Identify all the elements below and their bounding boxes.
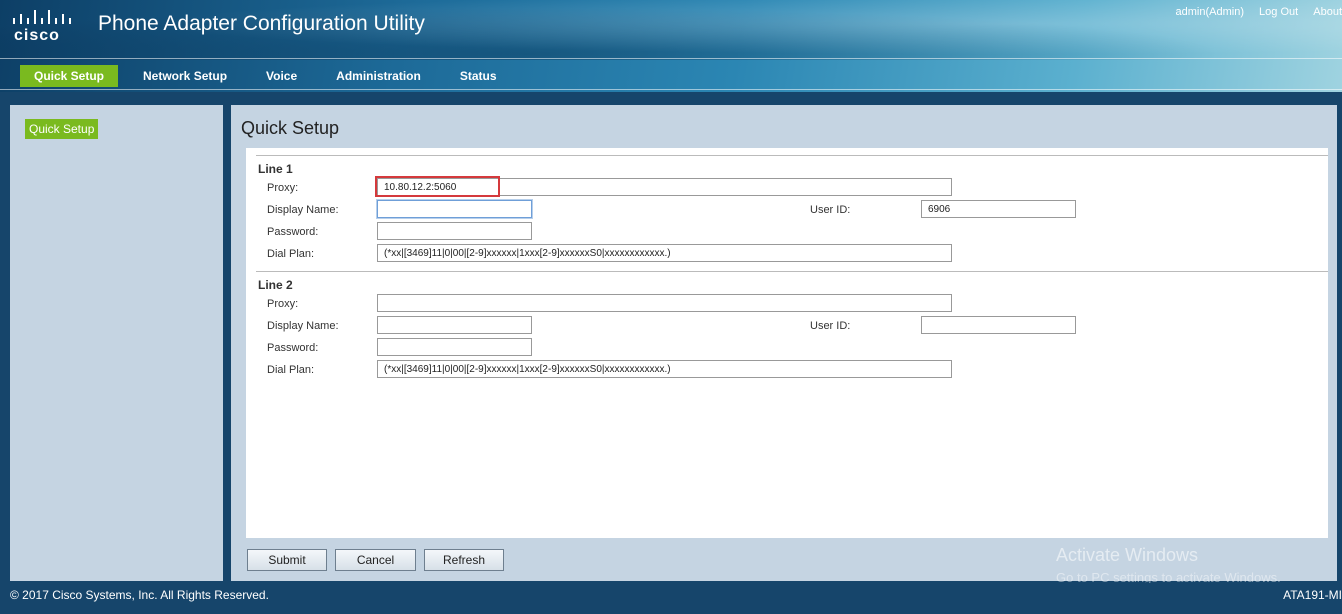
line2-password-label: Password: — [267, 342, 319, 354]
tab-voice[interactable]: Voice — [252, 65, 311, 87]
line1-user-id-input[interactable] — [921, 200, 1076, 218]
line2-user-id-label: User ID: — [810, 320, 851, 332]
nav-divider-top — [0, 58, 1342, 59]
line1-heading: Line 1 — [258, 162, 293, 176]
line1-dial-plan-input[interactable] — [377, 244, 952, 262]
top-links: admin(Admin) Log Out About — [1164, 6, 1342, 18]
cisco-wordmark: cisco — [14, 27, 60, 44]
footer: © 2017 Cisco Systems, Inc. All Rights Re… — [0, 583, 1342, 614]
line1-display-name-label: Display Name: — [267, 204, 339, 216]
logout-link[interactable]: Log Out — [1259, 6, 1298, 18]
line2-heading: Line 2 — [258, 278, 293, 292]
divider — [256, 155, 1328, 156]
device-model: ATA191-MI — [1283, 588, 1342, 602]
line2-proxy-label: Proxy: — [267, 298, 299, 310]
form-panel: Line 1 Proxy: Display Name: User ID: Pas… — [246, 148, 1328, 538]
line1-password-input[interactable] — [377, 222, 532, 240]
cisco-logo: cisco — [12, 8, 74, 44]
activate-windows-title: Activate Windows — [1056, 545, 1199, 565]
line1-display-name-input[interactable] — [377, 200, 532, 218]
submit-button[interactable]: Submit — [247, 549, 327, 571]
line2-password-input[interactable] — [377, 338, 532, 356]
line2-display-name-label: Display Name: — [267, 320, 339, 332]
line1-user-id-label: User ID: — [810, 204, 851, 216]
line2-dial-plan-label: Dial Plan: — [267, 364, 315, 376]
main-content: Quick Setup Line 1 Proxy: Display Name: … — [231, 105, 1337, 581]
header: cisco Phone Adapter Configuration Utilit… — [0, 0, 1342, 92]
line2-proxy-input[interactable] — [377, 294, 952, 312]
page-title: Quick Setup — [241, 118, 340, 138]
app-title: Phone Adapter Configuration Utility — [98, 12, 425, 35]
tab-quick-setup[interactable]: Quick Setup — [20, 65, 119, 87]
tab-network-setup[interactable]: Network Setup — [129, 65, 241, 87]
divider — [256, 271, 1328, 272]
line1-dial-plan-label: Dial Plan: — [267, 248, 315, 260]
current-user: admin(Admin) — [1175, 6, 1244, 18]
sidebar-item-quick-setup[interactable]: Quick Setup — [25, 119, 99, 139]
tab-administration[interactable]: Administration — [322, 65, 435, 87]
line1-password-label: Password: — [267, 226, 319, 238]
copyright-text: © 2017 Cisco Systems, Inc. All Rights Re… — [10, 588, 269, 602]
nav-divider-bottom — [0, 89, 1342, 90]
line2-display-name-input[interactable] — [377, 316, 532, 334]
header-band — [0, 92, 1342, 104]
about-link[interactable]: About — [1313, 6, 1342, 18]
cisco-bars-icon — [13, 10, 71, 24]
line2-user-id-input[interactable] — [921, 316, 1076, 334]
main-nav: Quick Setup Network Setup Voice Administ… — [20, 65, 522, 87]
line2-dial-plan-input[interactable] — [377, 360, 952, 378]
sidebar: Quick Setup — [10, 105, 223, 581]
tab-status[interactable]: Status — [446, 65, 511, 87]
line1-proxy-label: Proxy: — [267, 182, 299, 194]
cancel-button[interactable]: Cancel — [335, 549, 416, 571]
line1-proxy-input[interactable] — [377, 178, 952, 196]
refresh-button[interactable]: Refresh — [424, 549, 504, 571]
